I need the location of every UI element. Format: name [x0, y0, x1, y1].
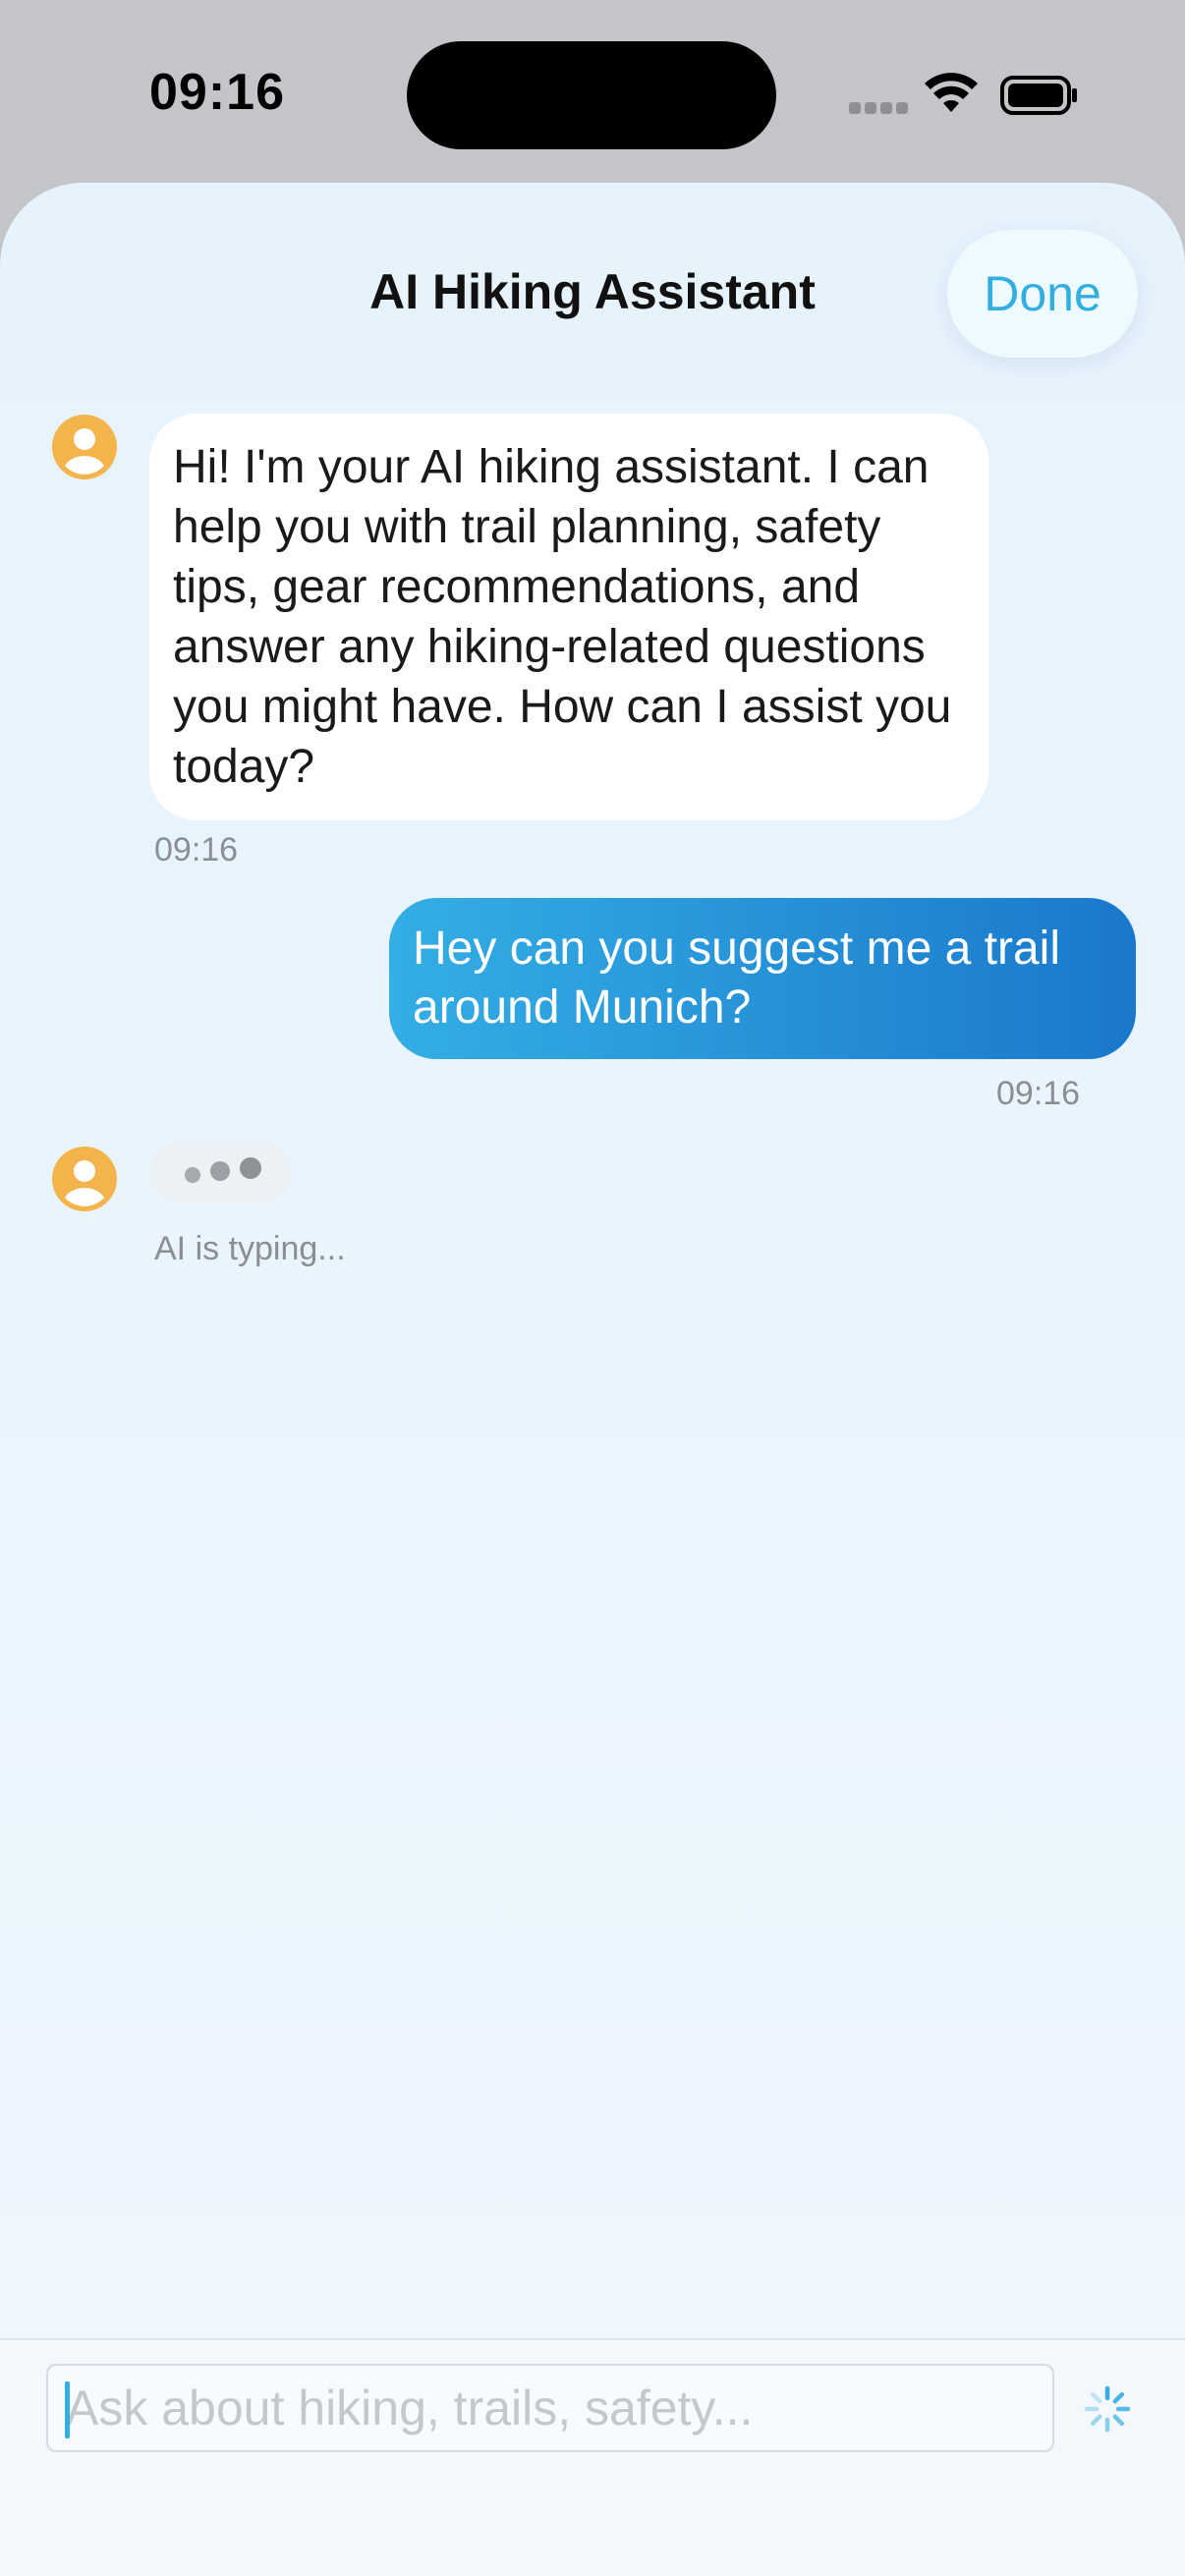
- typing-dot: [210, 1161, 230, 1181]
- message-input[interactable]: [46, 2364, 1054, 2452]
- user-message-time: 09:16: [996, 1075, 1081, 1112]
- typing-dot: [185, 1167, 200, 1183]
- composer-bar: [0, 2338, 1185, 2576]
- battery-icon: [1000, 76, 1077, 115]
- assistant-avatar-icon: [52, 415, 117, 479]
- typing-indicator: [149, 1142, 293, 1203]
- status-bar: 09:16: [0, 0, 1185, 187]
- spinner-icon[interactable]: [1084, 2385, 1131, 2433]
- assistant-avatar-icon: [52, 1147, 117, 1211]
- typing-dot: [240, 1157, 261, 1179]
- done-button[interactable]: Done: [947, 230, 1138, 358]
- user-message-bubble: Hey can you suggest me a trail around Mu…: [389, 898, 1136, 1059]
- assistant-message-time: 09:16: [154, 831, 239, 868]
- assistant-message-bubble: Hi! I'm your AI hiking assistant. I can …: [149, 414, 988, 820]
- wifi-icon: [925, 73, 978, 112]
- typing-label: AI is typing...: [154, 1230, 346, 1267]
- status-time: 09:16: [149, 64, 285, 121]
- dynamic-island: [407, 41, 776, 149]
- cellular-signal-icon: [849, 102, 908, 114]
- text-cursor: [65, 2381, 70, 2438]
- chat-sheet: AI Hiking Assistant Done Hi! I'm your AI…: [0, 183, 1185, 2576]
